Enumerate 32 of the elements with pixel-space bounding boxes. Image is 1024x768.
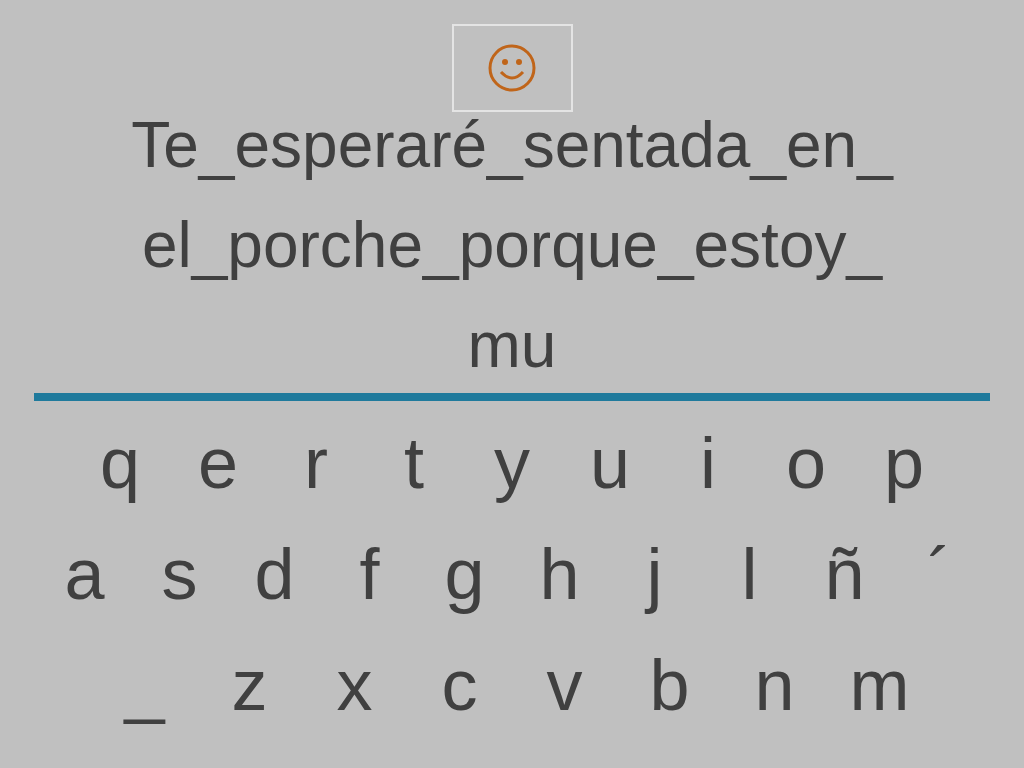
smiley-button[interactable] <box>451 24 573 112</box>
key-button[interactable]: v <box>512 643 617 727</box>
key-button[interactable]: a <box>37 532 132 616</box>
key-button[interactable]: y <box>463 421 561 505</box>
key-button[interactable]: _ <box>92 643 197 727</box>
key-button[interactable]: q <box>71 421 169 505</box>
sentence-line: el_porche_porque_estoy_ <box>141 208 883 283</box>
key-button[interactable]: h <box>512 532 607 616</box>
smiley-icon <box>487 43 537 93</box>
key-button[interactable]: z <box>197 643 302 727</box>
key-button[interactable]: p <box>855 421 953 505</box>
key-button[interactable]: x <box>302 643 407 727</box>
key-button[interactable]: o <box>757 421 855 505</box>
key-button[interactable]: l <box>702 532 797 616</box>
key-button[interactable]: s <box>132 532 227 616</box>
key-button[interactable]: c <box>407 643 512 727</box>
key-button[interactable]: b <box>617 643 722 727</box>
key-button[interactable]: u <box>561 421 659 505</box>
key-button[interactable]: m <box>827 643 932 727</box>
key-button[interactable]: g <box>417 532 512 616</box>
key-button[interactable]: d <box>227 532 322 616</box>
key-button[interactable]: ´ <box>892 532 987 616</box>
key-button[interactable]: f <box>322 532 417 616</box>
key-button[interactable]: i <box>659 421 757 505</box>
key-button[interactable]: n <box>722 643 827 727</box>
key-button[interactable]: t <box>365 421 463 505</box>
key-button[interactable]: ñ <box>797 532 892 616</box>
sentence-line: mu <box>467 308 557 383</box>
key-button[interactable]: j <box>607 532 702 616</box>
sentence-line: Te_esperaré_sentada_en_ <box>131 108 893 183</box>
key-button[interactable]: r <box>267 421 365 505</box>
key-button[interactable]: e <box>169 421 267 505</box>
